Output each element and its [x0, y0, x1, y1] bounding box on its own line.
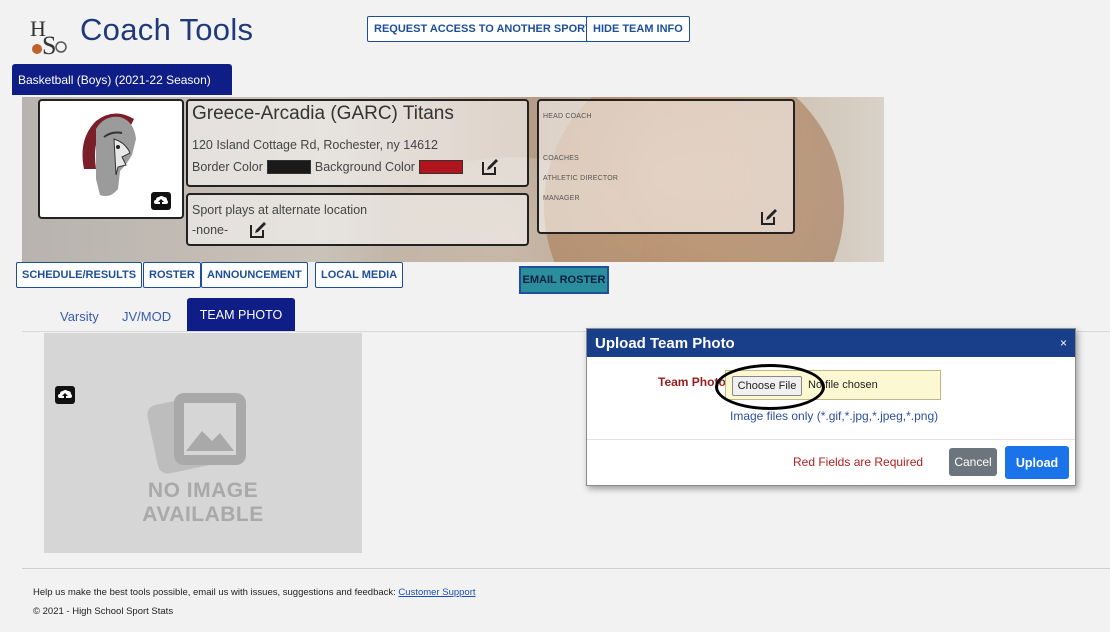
- schedule-results-button[interactable]: SCHEDULE/RESULTS: [16, 262, 143, 288]
- alt-location-box: [186, 193, 529, 246]
- coaches-label: COACHES: [543, 155, 580, 162]
- modal-title: Upload Team Photo: [595, 334, 735, 352]
- head-coach-label: HEAD COACH: [543, 113, 592, 120]
- close-icon[interactable]: ×: [1060, 336, 1067, 350]
- team-logo-box: [38, 99, 184, 219]
- svg-text:S: S: [42, 31, 56, 58]
- edit-alt-location-icon[interactable]: [249, 221, 267, 239]
- team-name: Greece-Arcadia (GARC) Titans: [192, 103, 454, 124]
- team-address: 120 Island Cottage Rd, Rochester, ny 146…: [192, 138, 438, 152]
- athletic-director-label: ATHLETIC DIRECTOR: [543, 175, 619, 182]
- background-color-label: Background Color: [314, 160, 415, 174]
- edit-staff-icon[interactable]: [760, 208, 778, 226]
- modal-header: Upload Team Photo ×: [587, 329, 1075, 357]
- announcement-button[interactable]: ANNOUNCEMENT: [201, 262, 308, 288]
- team-photo-placeholder: NO IMAGE AVAILABLE: [44, 333, 362, 553]
- footer-divider: [22, 568, 1110, 569]
- team-logo-icon: [82, 113, 136, 197]
- no-image-line2: AVAILABLE: [142, 503, 264, 526]
- file-type-hint: Image files only (*.gif,*.jpg,*.jpeg,*.p…: [730, 409, 939, 423]
- email-roster-button[interactable]: EMAIL ROSTER: [519, 266, 609, 294]
- team-colors-row: Border Color Background Color: [192, 160, 467, 174]
- footer-feedback-text: Help us make the best tools possible, em…: [33, 587, 396, 598]
- hs-logo-icon: H S: [28, 14, 72, 60]
- tab-jvmod[interactable]: JV/MOD: [122, 309, 171, 324]
- app-title: Coach Tools: [80, 12, 254, 47]
- border-color-swatch: [266, 160, 311, 174]
- tab-team-photo[interactable]: TEAM PHOTO: [187, 298, 295, 331]
- modal-divider: [587, 439, 1075, 440]
- coach-tools-page: H S Coach Tools REQUEST ACCESS TO ANOTHE…: [0, 0, 1110, 632]
- manager-label: MANAGER: [543, 195, 580, 202]
- customer-support-link[interactable]: Customer Support: [398, 587, 475, 598]
- roster-button[interactable]: ROSTER: [143, 262, 201, 288]
- team-photo-upload-icon[interactable]: [54, 385, 76, 405]
- upload-team-photo-modal: Upload Team Photo × Team Photo Choose Fi…: [586, 328, 1076, 486]
- hide-team-info-button[interactable]: HIDE TEAM INFO: [586, 16, 690, 42]
- footer-feedback: Help us make the best tools possible, em…: [33, 587, 476, 598]
- background-color-swatch: [418, 160, 463, 174]
- border-color-label: Border Color: [192, 160, 263, 174]
- logo-upload-icon[interactable]: [150, 191, 172, 211]
- alt-location-value: -none-: [192, 223, 229, 237]
- annotation-circle: [715, 364, 825, 410]
- no-image-icon: [147, 393, 246, 474]
- edit-team-info-icon[interactable]: [481, 158, 499, 176]
- sport-tab[interactable]: Basketball (Boys) (2021-22 Season): [12, 64, 232, 95]
- upload-button[interactable]: Upload: [1005, 446, 1069, 479]
- no-image-line1: NO IMAGE: [147, 479, 259, 502]
- local-media-button[interactable]: LOCAL MEDIA: [315, 262, 404, 288]
- request-access-button[interactable]: REQUEST ACCESS TO ANOTHER SPORT: [367, 16, 599, 42]
- alt-location-label: Sport plays at alternate location: [192, 203, 368, 217]
- tab-varsity[interactable]: Varsity: [60, 309, 99, 324]
- cancel-button[interactable]: Cancel: [949, 448, 997, 476]
- footer-copyright: © 2021 - High School Sport Stats: [33, 606, 174, 617]
- required-fields-note: Red Fields are Required: [793, 455, 924, 469]
